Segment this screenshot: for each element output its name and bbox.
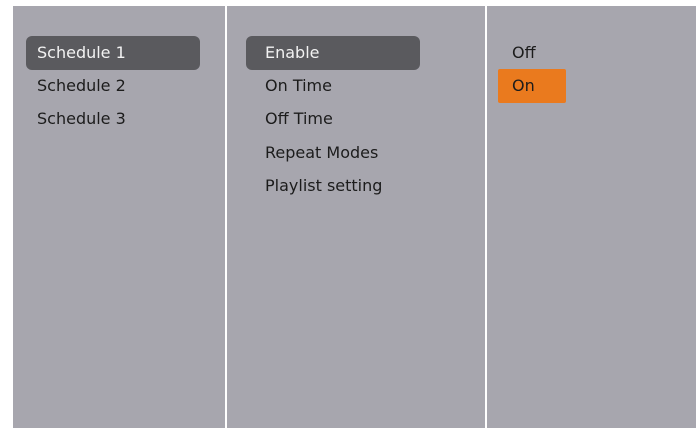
schedule-1-item[interactable]: Schedule 1	[26, 36, 200, 70]
on-time-item[interactable]: On Time	[246, 69, 420, 103]
schedule-3-item[interactable]: Schedule 3	[26, 102, 200, 136]
enable-item[interactable]: Enable	[246, 36, 420, 70]
schedule-2-item[interactable]: Schedule 2	[26, 69, 200, 103]
osd-menu-panel: Schedule 1 Schedule 2 Schedule 3 Enable …	[13, 6, 696, 428]
repeat-modes-item[interactable]: Repeat Modes	[246, 136, 420, 170]
playlist-setting-item[interactable]: Playlist setting	[246, 169, 420, 203]
settings-menu: Enable On Time Off Time Repeat Modes Pla…	[227, 6, 485, 428]
on-option[interactable]: On	[498, 69, 566, 103]
value-menu: Off On	[487, 6, 696, 428]
schedule-menu: Schedule 1 Schedule 2 Schedule 3	[13, 6, 225, 428]
off-time-item[interactable]: Off Time	[246, 102, 420, 136]
off-option[interactable]: Off	[498, 36, 566, 70]
